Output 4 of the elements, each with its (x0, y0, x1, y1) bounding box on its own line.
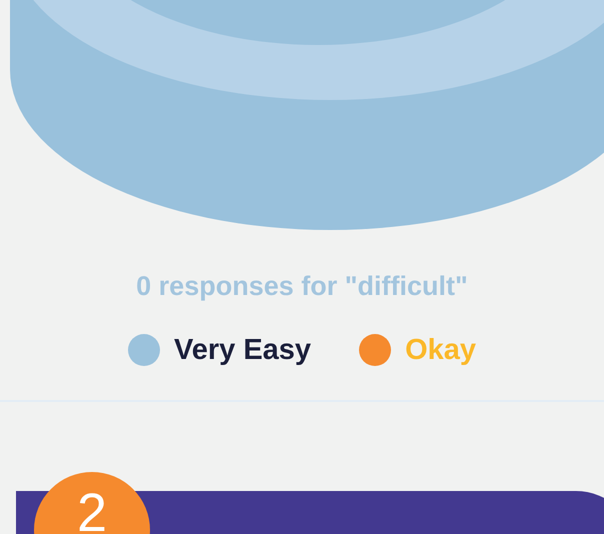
step-badge: 2 (34, 472, 150, 534)
chart-caption: 0 responses for "difficult" (136, 270, 468, 303)
legend-label: Very Easy (174, 332, 312, 368)
legend-label: Okay (405, 332, 476, 368)
